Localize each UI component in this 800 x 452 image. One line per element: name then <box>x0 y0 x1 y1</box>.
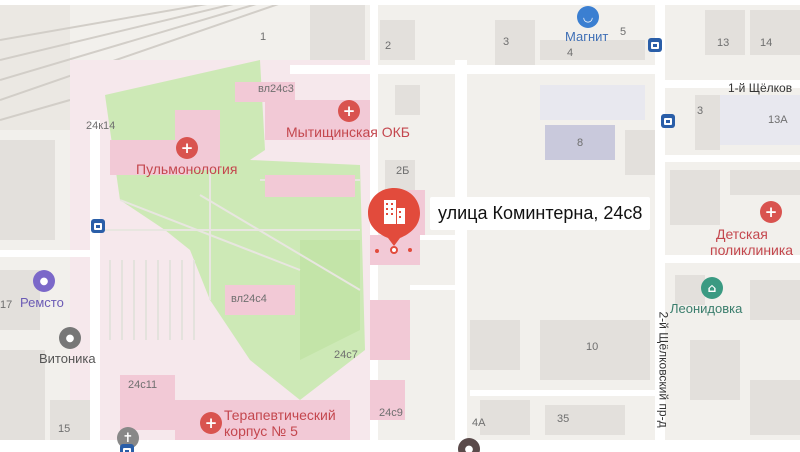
house-number-24c9: 24с9 <box>379 407 403 419</box>
poi-label-vitonika[interactable]: Витоника <box>39 352 96 365</box>
house-number-4: 4 <box>567 47 574 59</box>
hospital-icon[interactable]: + <box>200 412 222 434</box>
house-number-24c7: 24с7 <box>334 349 358 361</box>
poi-label-kids-line1[interactable]: Детская <box>716 227 768 241</box>
poi-label-magnit[interactable]: Магнит <box>565 30 608 43</box>
poi-label-leonidovka[interactable]: Леонидовка <box>670 302 742 315</box>
selected-location-marker[interactable] <box>364 186 424 256</box>
hospital-icon[interactable]: + <box>176 137 198 159</box>
street-label-shchelkovsky-1: 1-й Щёлков <box>728 81 793 95</box>
house-number-4a: 4А <box>472 417 486 429</box>
house-number-5: 5 <box>620 26 627 38</box>
house-number-vl24c4: вл24с4 <box>231 293 267 305</box>
house-number-24k14: 24к14 <box>86 120 116 132</box>
selected-address-label: улица Коминтерна, 24с8 <box>438 203 643 223</box>
map-canvas[interactable]: 1 2 3 4 5 13 14 3 13А 8 2Б 10 35 4А 15 1… <box>0 0 800 452</box>
selected-address-callout[interactable]: улица Коминтерна, 24с8 <box>430 197 651 230</box>
house-number-3: 3 <box>503 36 510 48</box>
poi-label-okb[interactable]: Мытищинская ОКБ <box>286 125 410 139</box>
house-number-13: 13 <box>717 37 730 49</box>
poi-label-kids-line2[interactable]: поликлиника <box>710 243 793 257</box>
bus-stop-icon[interactable] <box>648 38 662 52</box>
poi-label-remsto[interactable]: Ремсто <box>20 296 64 309</box>
house-number-3b: 3 <box>697 105 704 117</box>
house-number-10: 10 <box>586 341 599 353</box>
house-number-14: 14 <box>760 37 773 49</box>
poi-label-therapy-line1[interactable]: Терапевтический <box>224 408 336 422</box>
house-number-2b: 2Б <box>396 165 410 177</box>
bus-stop-icon[interactable] <box>91 219 105 233</box>
bus-stop-icon[interactable] <box>661 114 675 128</box>
house-number-13a: 13А <box>768 114 788 126</box>
shopping-basket-icon[interactable]: ◡ <box>577 6 599 28</box>
poi-label-therapy-line2[interactable]: корпус № 5 <box>224 424 298 438</box>
house-number-15: 15 <box>58 423 71 435</box>
house-number-1: 1 <box>260 31 267 43</box>
place-icon[interactable]: ● <box>59 327 81 349</box>
street-label-shchelkovsky-2: 2-й Щёлковский пр-д <box>656 311 671 428</box>
service-icon[interactable]: ● <box>33 270 55 292</box>
house-number-vl24c3: вл24с3 <box>258 83 294 95</box>
house-number-17: 17 <box>0 299 13 311</box>
house-number-8: 8 <box>577 137 584 149</box>
hospital-icon[interactable]: + <box>338 100 360 122</box>
monument-icon[interactable]: ⌂ <box>701 277 723 299</box>
bus-stop-icon[interactable] <box>120 444 134 452</box>
hospital-icon[interactable]: + <box>760 201 782 223</box>
house-number-2: 2 <box>385 40 392 52</box>
house-number-24c11: 24с11 <box>128 379 158 391</box>
house-number-35: 35 <box>557 413 570 425</box>
poi-label-pulmonology[interactable]: Пульмонология <box>136 162 237 176</box>
